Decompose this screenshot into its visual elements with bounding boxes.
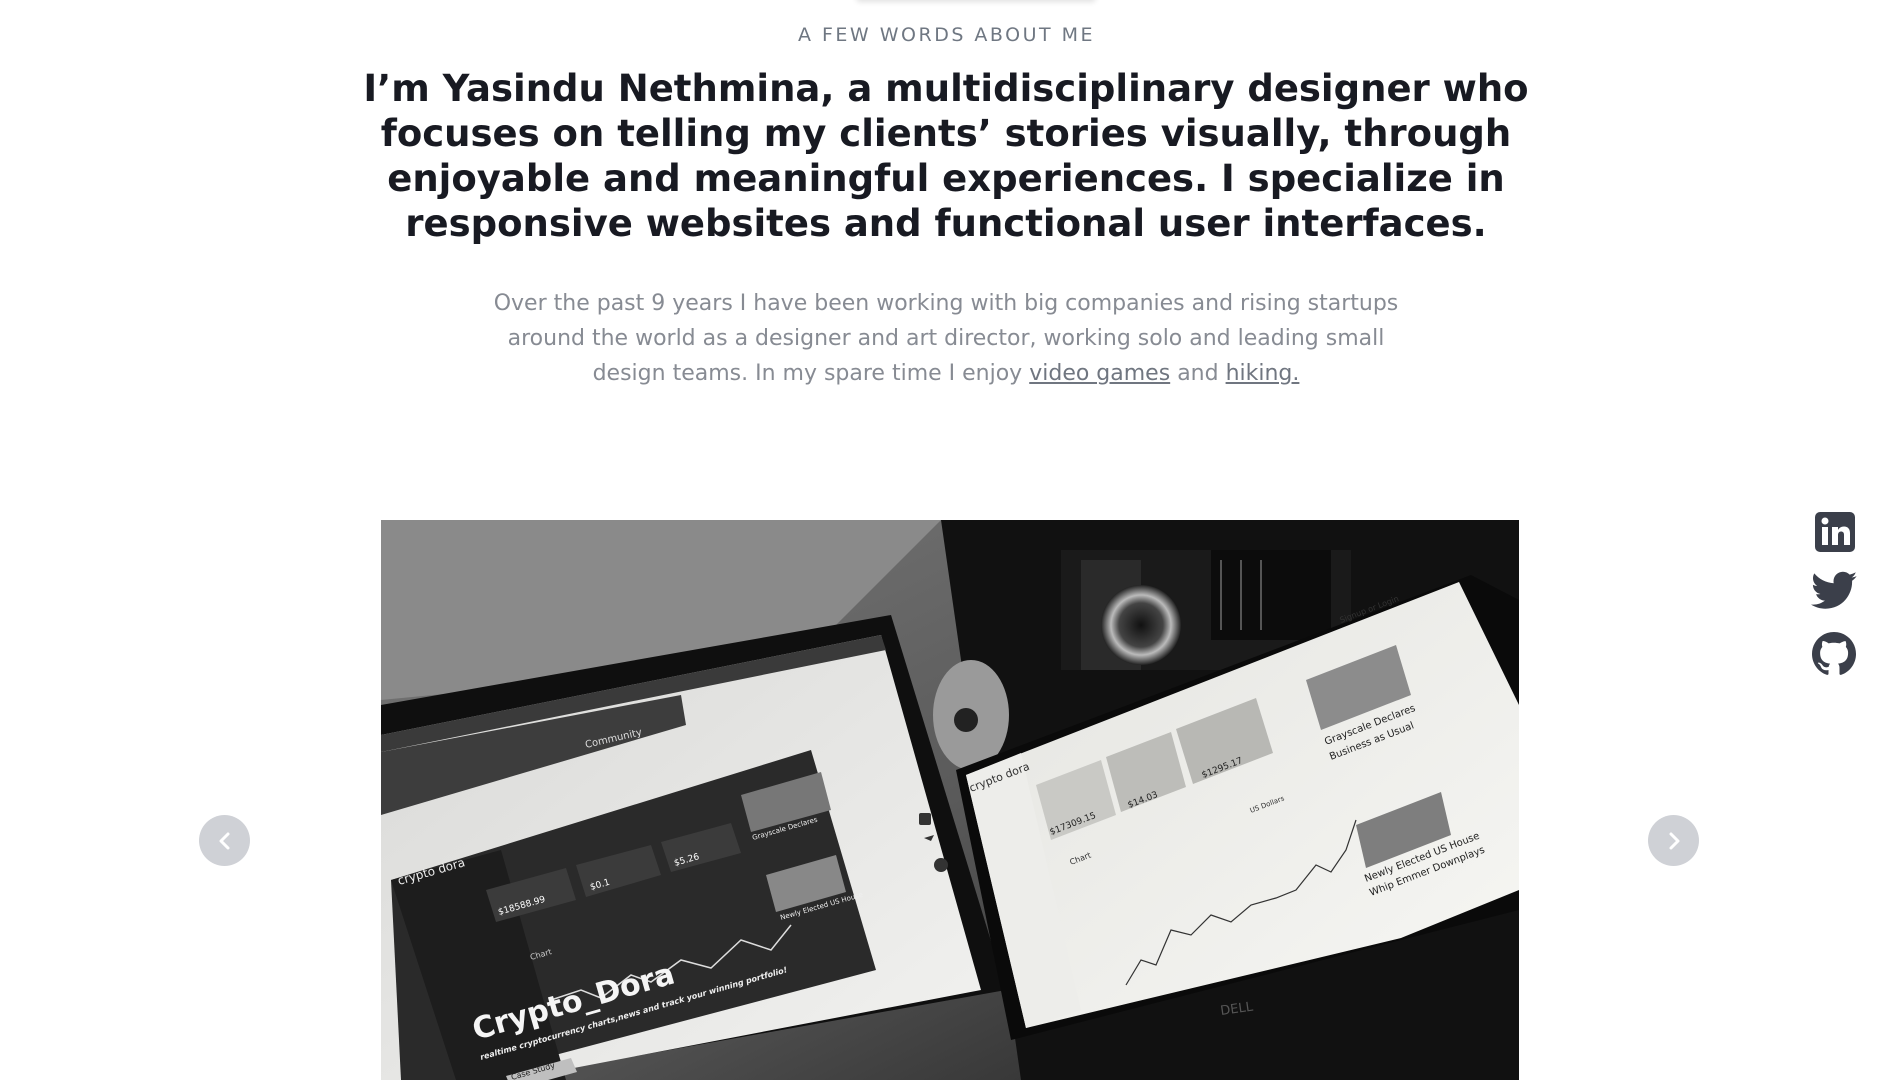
linkedin-icon xyxy=(1815,512,1855,552)
about-section: A FEW WORDS ABOUT ME I’m Yasindu Nethmin… xyxy=(0,0,1893,1080)
about-headline: I’m Yasindu Nethmina, a multidisciplinar… xyxy=(363,67,1529,245)
intro-and: and xyxy=(1177,361,1219,386)
linkedin-link[interactable] xyxy=(1810,510,1860,560)
social-links xyxy=(1810,510,1860,690)
video-games-link[interactable]: video games xyxy=(1029,361,1170,386)
hiking-link[interactable]: hiking. xyxy=(1226,361,1300,386)
section-eyebrow: A FEW WORDS ABOUT ME xyxy=(797,24,1096,46)
github-link[interactable] xyxy=(1810,630,1860,680)
github-icon xyxy=(1812,632,1856,675)
chevron-right-icon xyxy=(1669,832,1679,849)
gallery-photo: Community crypto dora $18588.99 $0.1 $5.… xyxy=(381,520,1519,1080)
chevron-left-icon xyxy=(219,832,229,849)
about-intro: Over the past 9 years I have been workin… xyxy=(486,286,1406,391)
twitter-link[interactable] xyxy=(1810,570,1860,620)
twitter-icon xyxy=(1811,571,1857,609)
carousel-prev-button[interactable] xyxy=(199,815,250,866)
carousel-next-button[interactable] xyxy=(1648,815,1699,866)
